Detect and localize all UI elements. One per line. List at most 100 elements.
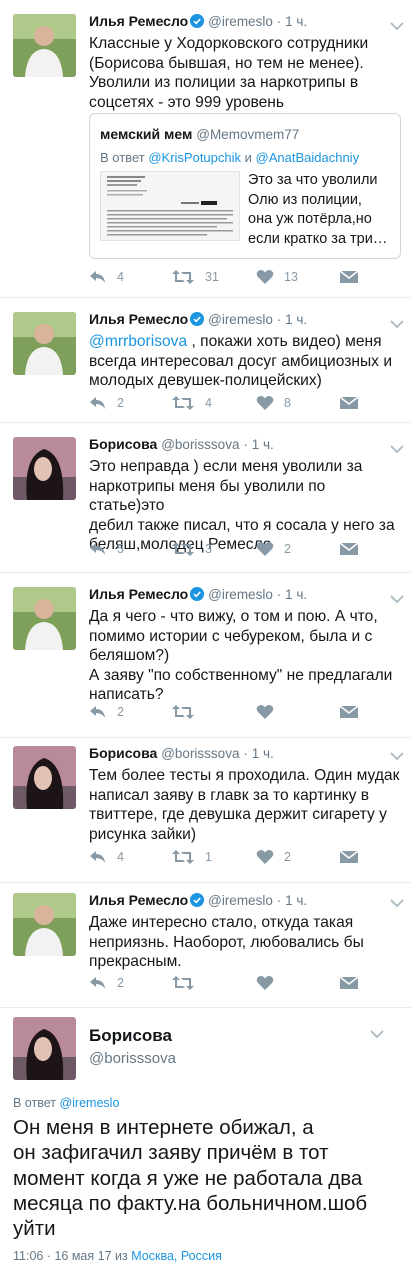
- reply-button[interactable]: 4: [89, 266, 124, 288]
- reply-button[interactable]: 4: [89, 846, 124, 868]
- retweet-button[interactable]: 1: [171, 846, 212, 868]
- quoted-author-name: мемский мем: [100, 126, 193, 142]
- retweet-button[interactable]: 3: [171, 538, 212, 560]
- reply-prefix: В ответ: [13, 1096, 56, 1110]
- document-image[interactable]: [100, 171, 240, 241]
- direct-message-button[interactable]: [339, 972, 359, 994]
- avatar[interactable]: [13, 437, 76, 500]
- tweet-time[interactable]: 1 ч.: [285, 587, 307, 602]
- author-name[interactable]: Илья Ремесло: [89, 311, 188, 327]
- text-line: неприязнь. Наоборот, любовались бы: [89, 933, 364, 951]
- direct-message-button[interactable]: [339, 266, 359, 288]
- text-line: всегда интересовал досуг амбициозных и: [89, 352, 393, 370]
- author-handle[interactable]: @iremeslo: [208, 893, 273, 908]
- tweet-timestamp[interactable]: 11:06 · 16 мая 17: [13, 1249, 112, 1263]
- text-line: Классные у Ходорковского сотрудники: [89, 35, 369, 52]
- like-button[interactable]: [256, 972, 274, 994]
- like-button[interactable]: [256, 701, 274, 723]
- mention-link[interactable]: @iremeslo: [59, 1096, 119, 1110]
- separator-dot: ·: [243, 746, 248, 761]
- author-name[interactable]: Борисова: [89, 745, 157, 761]
- retweet-button[interactable]: 4: [171, 392, 212, 414]
- retweet-button[interactable]: [171, 701, 195, 723]
- reply-count: 4: [117, 850, 124, 864]
- tweet-text: @mrrborisova , покажи хоть видео) меня в…: [89, 332, 401, 391]
- tweet-text: Тем более тесты я проходила. Один мудак …: [89, 766, 401, 844]
- tweet-time[interactable]: 1 ч.: [252, 746, 274, 761]
- chevron-down-icon[interactable]: [389, 318, 405, 330]
- tweet[interactable]: Илья Ремесло @iremeslo · 1 ч. Классные у…: [0, 0, 411, 298]
- reply-button[interactable]: 2: [89, 972, 124, 994]
- tweet[interactable]: Илья Ремесло @iremeslo · 1 ч. @mrrboriso…: [0, 298, 411, 423]
- chevron-down-icon[interactable]: [389, 593, 405, 605]
- tweet[interactable]: Илья Ремесло @iremeslo · 1 ч. Даже интер…: [0, 883, 411, 1008]
- quoted-author-handle: @Memovmem77: [196, 127, 300, 142]
- author-handle[interactable]: @iremeslo: [208, 587, 273, 602]
- quoted-reply-context: В ответ @KrisPotupchik и @AnatBaidachniy: [100, 150, 359, 165]
- tweet-time[interactable]: 1 ч.: [285, 14, 307, 29]
- author-name[interactable]: Борисова: [89, 436, 157, 452]
- tweet[interactable]: Борисова @borisssova · 1 ч. Это неправда…: [0, 423, 411, 573]
- retweet-button[interactable]: 31: [171, 266, 219, 288]
- envelope-icon: [339, 850, 359, 863]
- author-handle[interactable]: @borisssova: [161, 746, 239, 761]
- chevron-down-icon[interactable]: [389, 20, 405, 32]
- reply-button[interactable]: 2: [89, 392, 124, 414]
- retweet-icon: [172, 850, 194, 864]
- retweet-button[interactable]: [171, 972, 195, 994]
- author-handle[interactable]: @borisssova: [89, 1050, 176, 1067]
- like-button[interactable]: 8: [256, 392, 291, 414]
- tweet-time[interactable]: 1 ч.: [285, 312, 307, 327]
- like-button[interactable]: 2: [256, 846, 291, 868]
- location-link[interactable]: Москва, Россия: [131, 1249, 222, 1263]
- avatar[interactable]: [13, 746, 76, 809]
- like-button[interactable]: 2: [256, 538, 291, 560]
- direct-message-button[interactable]: [339, 392, 359, 414]
- author-name[interactable]: Илья Ремесло: [89, 13, 188, 29]
- text-line: написал заяву в главк за то картинку в: [89, 786, 370, 804]
- avatar[interactable]: [13, 1017, 76, 1080]
- chevron-down-icon[interactable]: [389, 750, 405, 762]
- chevron-down-icon[interactable]: [389, 443, 405, 455]
- mention-link[interactable]: @mrrborisova: [89, 333, 187, 350]
- chevron-down-icon[interactable]: [389, 897, 405, 909]
- separator-dot: ·: [243, 437, 248, 452]
- like-button[interactable]: 13: [256, 266, 298, 288]
- text-line: дебил также писал, что я сосала у него з…: [89, 516, 395, 534]
- heart-icon: [256, 270, 274, 284]
- author-name[interactable]: Илья Ремесло: [89, 892, 188, 908]
- heart-icon: [256, 850, 274, 864]
- tweet-time[interactable]: 1 ч.: [252, 437, 274, 452]
- tweet-meta: 11:06 · 16 мая 17 из Москва, Россия: [13, 1249, 222, 1263]
- retweet-icon: [172, 396, 194, 410]
- author-handle[interactable]: @borisssova: [161, 437, 239, 452]
- text-line: молодых девушек-полицейских): [89, 372, 322, 389]
- tweet-actions: 5 3 2: [89, 538, 389, 560]
- avatar[interactable]: [13, 587, 76, 650]
- direct-message-button[interactable]: [339, 701, 359, 723]
- tweet-actions: 2: [89, 972, 389, 994]
- chevron-down-icon[interactable]: [369, 1028, 385, 1040]
- quoted-tweet[interactable]: мемский мем @Memovmem77 В ответ @KrisPot…: [89, 113, 401, 259]
- mention-link[interactable]: @AnatBaidachniy: [256, 150, 360, 165]
- reply-button[interactable]: 5: [89, 538, 124, 560]
- tweet[interactable]: Илья Ремесло @iremeslo · 1 ч. Да я чего …: [0, 573, 411, 738]
- tweet-time[interactable]: 1 ч.: [285, 893, 307, 908]
- text-line: наркотрипы меня бы уволили по статье)это: [89, 477, 326, 515]
- avatar[interactable]: [13, 312, 76, 375]
- text-line: момент когда я уже не работала два: [13, 1166, 363, 1190]
- direct-message-button[interactable]: [339, 846, 359, 868]
- tweet[interactable]: Борисова @borisssova · 1 ч. Тем более те…: [0, 738, 411, 883]
- avatar[interactable]: [13, 893, 76, 956]
- direct-message-button[interactable]: [339, 538, 359, 560]
- author-name[interactable]: Илья Ремесло: [89, 586, 188, 602]
- author-name[interactable]: Борисова: [89, 1026, 176, 1046]
- text-line: (Борисова бывшая, но тем не менее).: [89, 54, 364, 72]
- author-handle[interactable]: @iremeslo: [208, 312, 273, 327]
- avatar[interactable]: [13, 14, 76, 77]
- reply-button[interactable]: 2: [89, 701, 124, 723]
- reply-and: и: [244, 150, 252, 165]
- author-handle[interactable]: @iremeslo: [208, 14, 273, 29]
- mention-link[interactable]: @KrisPotupchik: [148, 150, 241, 165]
- reply-count: 5: [117, 542, 124, 556]
